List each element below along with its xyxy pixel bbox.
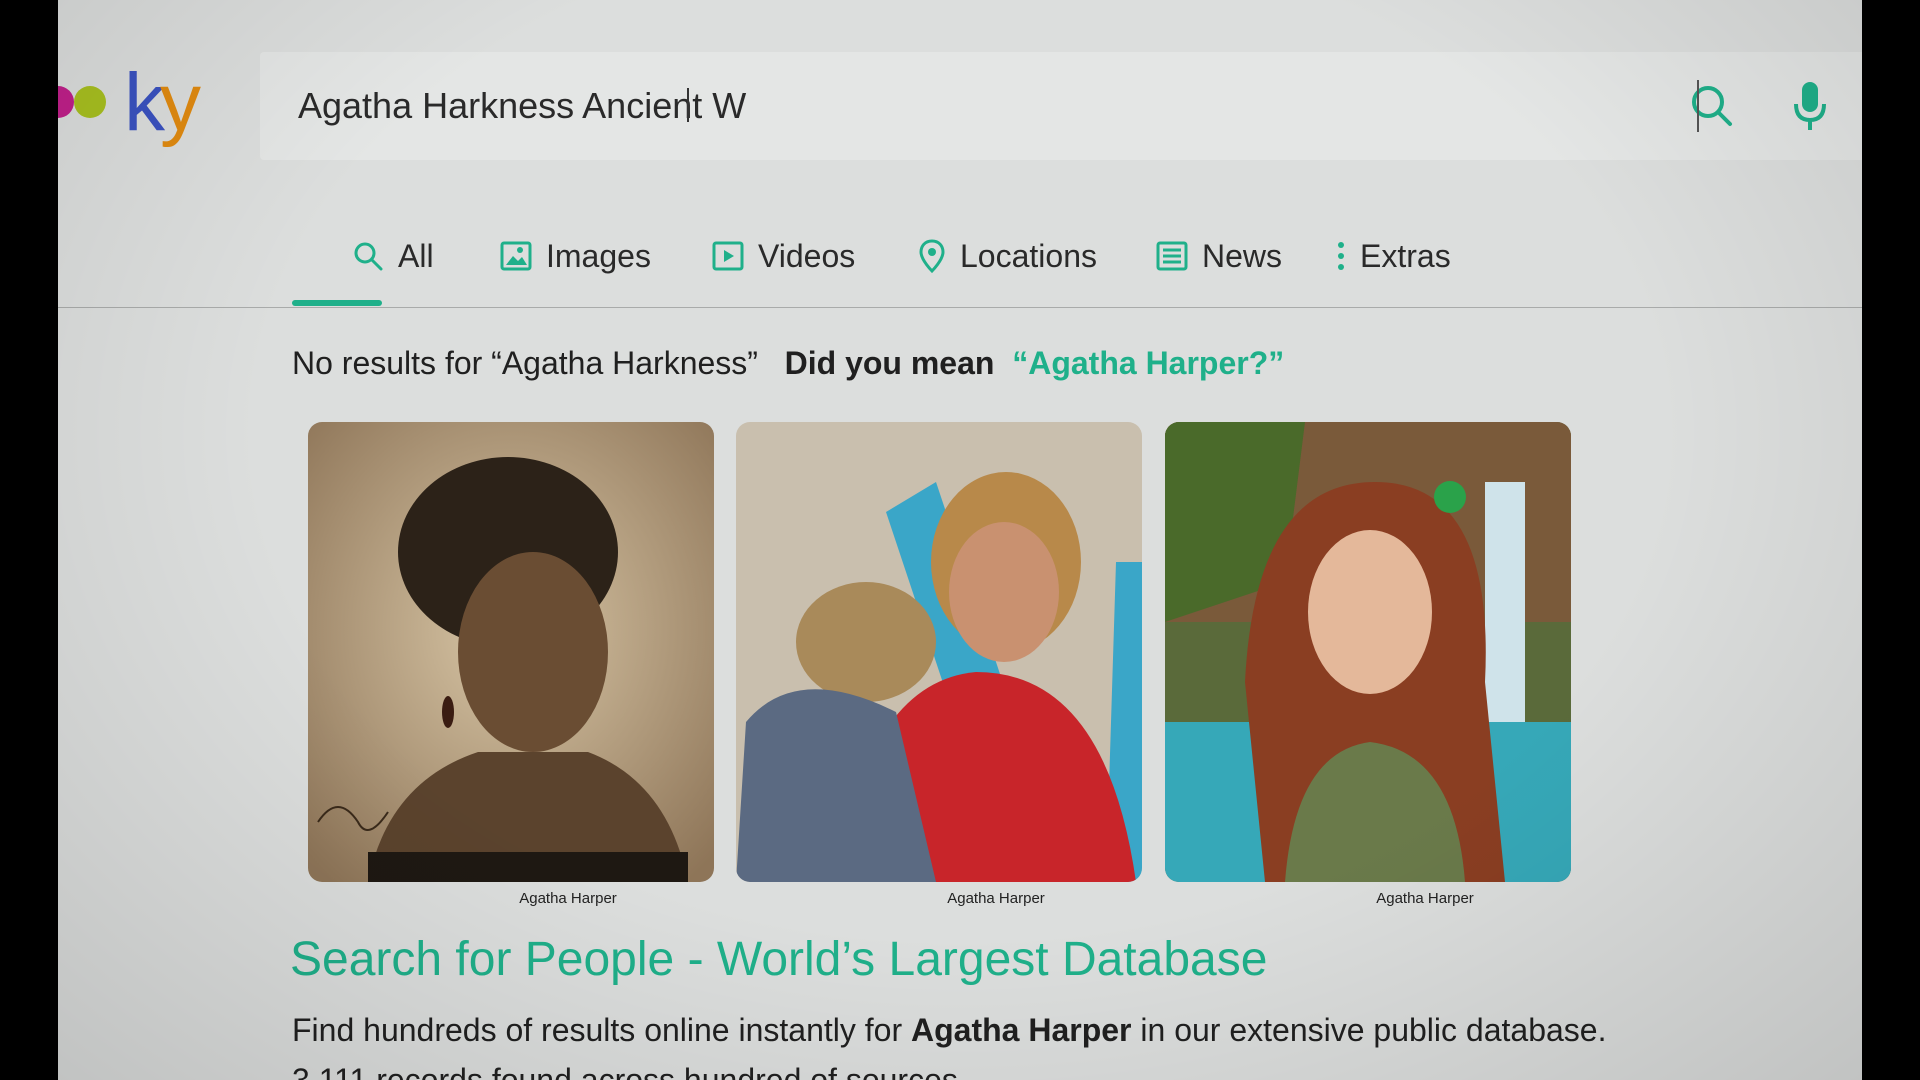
- image-caption-3: Agatha Harper: [1376, 890, 1474, 907]
- did-you-mean-label: Did you mean: [784, 345, 995, 381]
- beach-mother-child-photo: [736, 422, 1142, 882]
- tab-news-label: News: [1202, 237, 1283, 274]
- news-icon: [1156, 240, 1188, 272]
- tab-locations[interactable]: Locations: [918, 236, 1097, 276]
- image-result-1[interactable]: [308, 422, 714, 882]
- tab-videos-label: Videos: [758, 237, 856, 274]
- tabs-divider: [58, 307, 1862, 308]
- search-bar-divider: [1697, 80, 1699, 132]
- result-desc-name: Agatha Harper: [911, 1012, 1132, 1048]
- result-title-link[interactable]: Search for People - World’s Largest Data…: [290, 932, 1267, 987]
- search-icon: [352, 240, 384, 272]
- microphone-icon[interactable]: [1790, 80, 1830, 134]
- tab-extras-label: Extras: [1360, 237, 1451, 274]
- result-description: Find hundreds of results online instantl…: [292, 1012, 1606, 1049]
- image-caption-2: Agatha Harper: [947, 890, 1045, 907]
- logo-letter-k: k: [124, 57, 165, 148]
- browser-screen: k y All: [58, 0, 1862, 1080]
- image-result-3[interactable]: [1165, 422, 1571, 882]
- tab-extras[interactable]: Extras: [1336, 236, 1451, 276]
- tab-images[interactable]: Images: [500, 236, 651, 276]
- logo-letter-o-green: [74, 86, 106, 118]
- tab-all[interactable]: All: [352, 236, 434, 276]
- logo-letter-o-magenta: [58, 86, 74, 118]
- spelling-suggestion: No results for “Agatha Harkness” Did you…: [292, 345, 1284, 382]
- search-tabs: All Images Videos Locations News Extras: [294, 236, 1794, 306]
- location-pin-icon: [918, 239, 946, 273]
- image-result-2[interactable]: [736, 422, 1142, 882]
- image-icon: [500, 240, 532, 272]
- text-caret: [687, 88, 689, 122]
- girl-waterfall-photo: [1165, 422, 1571, 882]
- result-desc-before: Find hundreds of results online instantl…: [292, 1012, 911, 1048]
- result-record-count: 3,111 records found across hundred of so…: [292, 1062, 958, 1080]
- more-icon: [1336, 240, 1346, 272]
- tab-all-label: All: [398, 237, 434, 274]
- search-bar[interactable]: [260, 52, 1862, 160]
- tab-images-label: Images: [546, 237, 651, 274]
- suggested-query-link[interactable]: “Agatha Harper?”: [1012, 345, 1284, 381]
- tab-locations-label: Locations: [960, 237, 1097, 274]
- tab-news[interactable]: News: [1156, 236, 1282, 276]
- video-icon: [712, 240, 744, 272]
- image-caption-1: Agatha Harper: [519, 890, 617, 907]
- logo-letter-y: y: [160, 57, 201, 148]
- no-results-text: No results for “Agatha Harkness”: [292, 345, 758, 381]
- search-input[interactable]: [298, 52, 1578, 160]
- tab-videos[interactable]: Videos: [712, 236, 855, 276]
- search-engine-logo[interactable]: k y: [58, 58, 232, 148]
- active-tab-indicator: [292, 300, 382, 306]
- vintage-portrait-photo: [308, 422, 714, 882]
- search-icon[interactable]: [1688, 82, 1736, 130]
- result-desc-after: in our extensive public database.: [1131, 1012, 1607, 1048]
